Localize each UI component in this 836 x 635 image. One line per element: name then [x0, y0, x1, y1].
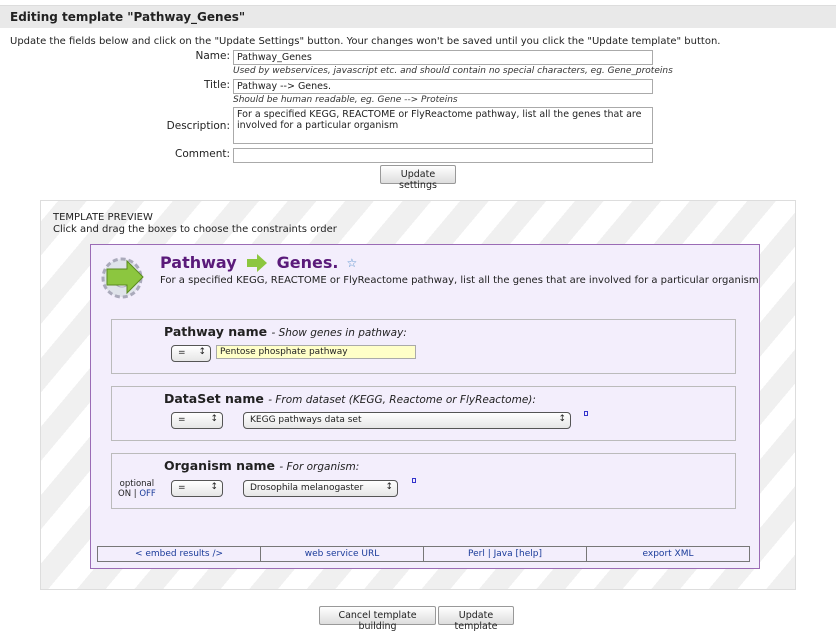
template-description: For a specified KEGG, REACTOME or FlyRea…: [160, 275, 759, 286]
operator-select[interactable]: =: [171, 345, 211, 362]
optional-on[interactable]: ON: [118, 489, 131, 499]
page-header: Editing template "Pathway_Genes": [0, 5, 836, 28]
optional-off[interactable]: OFF: [139, 489, 155, 499]
description-textarea[interactable]: For a specified KEGG, REACTOME or FlyRea…: [233, 107, 653, 144]
name-input[interactable]: Pathway_Genes: [233, 50, 653, 65]
embed-results-link[interactable]: < embed results />: [98, 547, 261, 561]
update-settings-button[interactable]: Update settings: [380, 165, 456, 191]
arrow-right-icon: [246, 253, 267, 272]
intro-text: Update the fields below and click on the…: [10, 36, 721, 47]
template-card: Pathway Genes. ☆ For a specified KEGG, R…: [90, 244, 760, 569]
web-service-url-link[interactable]: web service URL: [261, 547, 424, 561]
export-xml-link[interactable]: export XML: [587, 547, 749, 561]
favourite-star-icon[interactable]: ☆: [346, 256, 357, 270]
title-input[interactable]: Pathway --> Genes.: [233, 79, 653, 94]
preview-heading: TEMPLATE PREVIEW: [53, 212, 153, 223]
operator-select[interactable]: =: [171, 412, 223, 429]
template-title: Pathway Genes. ☆: [160, 253, 357, 272]
title-label: Title:: [203, 79, 230, 91]
info-icon[interactable]: [412, 478, 416, 483]
constraint-box-dataset[interactable]: DataSet name - From dataset (KEGG, React…: [111, 386, 736, 441]
constraint-box-pathway[interactable]: Pathway name - Show genes in pathway: = …: [111, 319, 736, 374]
constraint-title: DataSet name - From dataset (KEGG, React…: [164, 391, 536, 406]
description-label: Description:: [166, 120, 230, 132]
update-template-button[interactable]: Update template: [438, 606, 514, 632]
name-label: Name:: [195, 50, 230, 62]
dataset-select[interactable]: KEGG pathways data set: [243, 412, 571, 429]
perl-java-link[interactable]: Perl | Java [help]: [424, 547, 587, 561]
gear-arrow-icon: [101, 257, 144, 299]
pathway-value-input[interactable]: Pentose phosphate pathway: [216, 345, 416, 359]
comment-input[interactable]: [233, 148, 653, 163]
title-from: Pathway: [160, 253, 237, 272]
comment-label: Comment:: [175, 148, 230, 160]
optional-toggle: optional ON | OFF: [118, 479, 156, 499]
operator-select[interactable]: =: [171, 480, 223, 497]
cancel-template-button[interactable]: Cancel template building: [319, 606, 436, 632]
name-hint: Used by webservices, javascript etc. and…: [233, 66, 673, 76]
constraint-title: Pathway name - Show genes in pathway:: [164, 324, 407, 339]
constraint-title: Organism name - For organism:: [164, 458, 360, 473]
template-footer-links: < embed results /> web service URL Perl …: [97, 546, 750, 562]
title-to: Genes.: [276, 253, 339, 272]
template-preview: TEMPLATE PREVIEW Click and drag the boxe…: [40, 200, 796, 590]
info-icon[interactable]: [584, 411, 588, 416]
constraint-box-organism[interactable]: Organism name - For organism: optional O…: [111, 453, 736, 509]
title-hint: Should be human readable, eg. Gene --> P…: [233, 95, 458, 105]
organism-select[interactable]: Drosophila melanogaster: [243, 480, 398, 497]
preview-subheading: Click and drag the boxes to choose the c…: [53, 224, 337, 235]
